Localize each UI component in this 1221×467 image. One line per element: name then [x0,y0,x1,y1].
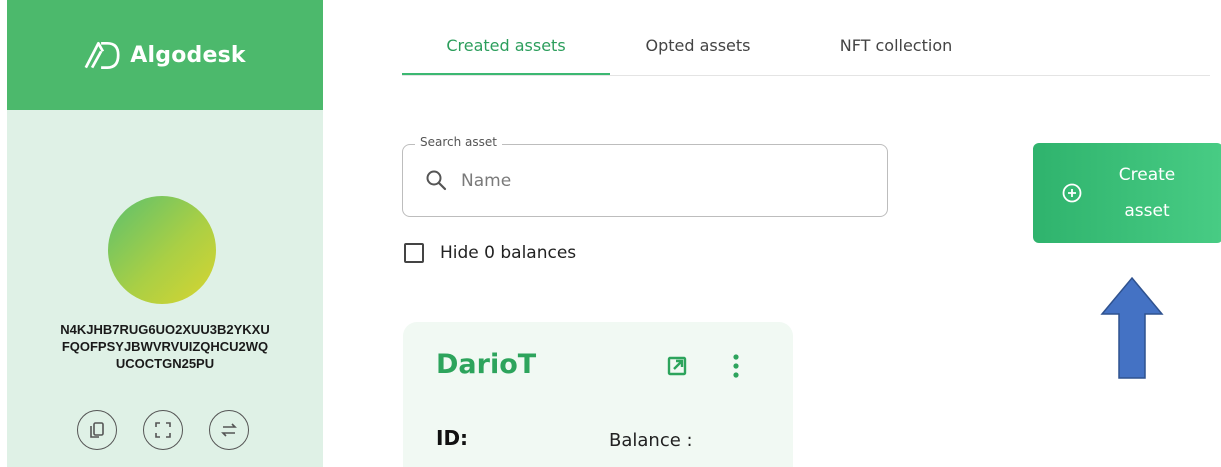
add-circle-icon [1062,183,1082,203]
tab-created-assets[interactable]: Created assets [402,22,610,76]
qr-scan-icon [155,422,171,438]
transfer-icon [221,423,237,437]
create-asset-label: Create asset [1118,165,1176,221]
search-legend: Search asset [415,135,502,149]
hide-zero-balances-label[interactable]: Hide 0 balances [440,243,576,263]
copy-address-button[interactable] [77,410,117,450]
hide-zero-balances-checkbox[interactable] [404,243,424,263]
open-external-icon[interactable] [665,354,689,378]
address-line-1: N4KJHB7RUG6UO2XUU3B2YKXU [60,322,270,337]
address-line-3: UCOCTGN25PU [115,356,215,371]
algodesk-logo-icon [84,41,120,69]
app-root: Algodesk N4KJHB7RUG6UO2XUU3B2YKXU FQOFPS… [0,0,1221,467]
hide-zero-balances-row[interactable]: Hide 0 balances [404,243,576,263]
asset-balance-label: Balance : [609,430,693,451]
asset-card: DarioT ID: Balance : [403,322,793,467]
more-vertical-icon[interactable] [729,352,743,380]
asset-id-label: ID: [436,426,469,450]
brand-name: Algodesk [130,42,246,68]
annotation-arrow-icon [1100,276,1164,379]
account-avatar [108,196,216,304]
show-qr-button[interactable] [143,410,183,450]
search-asset-field[interactable]: Search asset [402,135,888,217]
account-address: N4KJHB7RUG6UO2XUU3B2YKXU FQOFPSYJBWVRVUI… [7,321,323,372]
asset-tabs: Created assets Opted assets NFT collecti… [402,22,1006,76]
address-line-2: FQOFPSYJBWVRVUIZQHCU2WQ [61,339,269,354]
copy-icon [90,422,104,438]
tabs-divider [402,75,1210,76]
brand-header[interactable]: Algodesk [7,0,323,110]
create-asset-button[interactable]: Create asset [1033,143,1221,243]
search-input[interactable] [461,165,861,197]
transfer-button[interactable] [209,410,249,450]
sidebar: Algodesk N4KJHB7RUG6UO2XUU3B2YKXU FQOFPS… [7,0,323,467]
asset-name: DarioT [436,349,537,380]
address-actions [77,410,249,450]
search-icon [426,170,447,191]
tab-opted-assets[interactable]: Opted assets [610,22,786,76]
tab-nft-collection[interactable]: NFT collection [786,22,1006,76]
